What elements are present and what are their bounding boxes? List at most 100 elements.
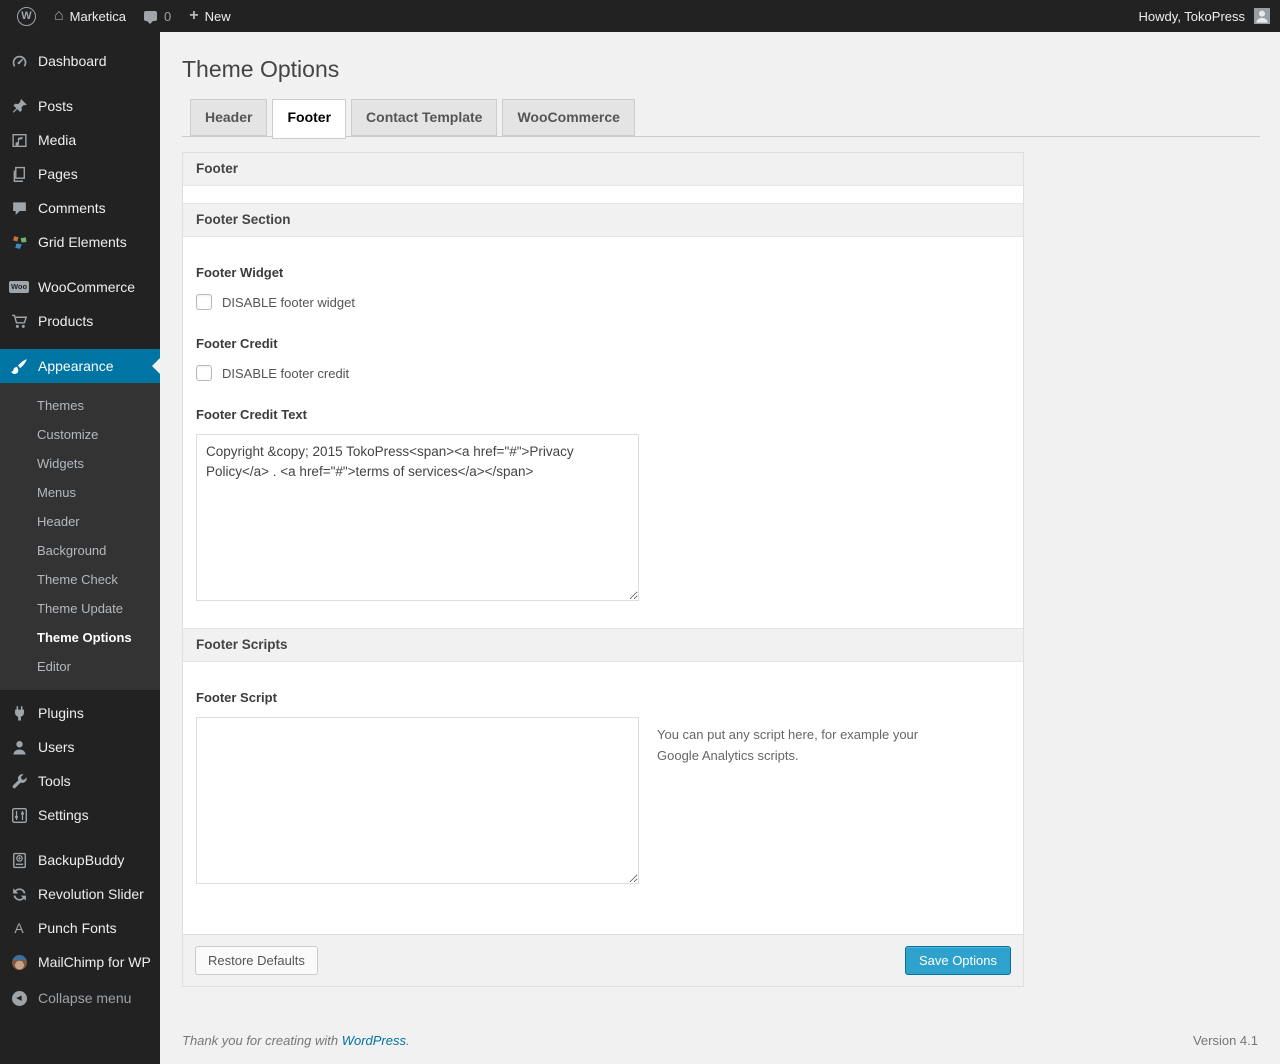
thanks-period: .: [406, 1033, 410, 1048]
comments-shortcut[interactable]: 0: [135, 0, 180, 32]
submenu-item-themes[interactable]: Themes: [0, 391, 160, 420]
sidebar-item-settings[interactable]: Settings: [0, 798, 160, 832]
footer-scripts-header: Footer Scripts: [183, 628, 1023, 662]
posts-icon: [9, 98, 29, 115]
sidebar-item-mailchimp-for-wp[interactable]: MailChimp for WP: [0, 945, 160, 979]
disable-footer-credit-checkbox[interactable]: [196, 365, 212, 381]
submenu-item-background[interactable]: Background: [0, 536, 160, 565]
products-icon: [9, 313, 29, 330]
comment-count: 0: [164, 8, 172, 24]
sidebar-item-appearance[interactable]: Appearance: [0, 349, 160, 383]
sidebar-item-label: Appearance: [38, 358, 114, 374]
sidebar-item-media[interactable]: Media: [0, 123, 160, 157]
submenu-item-theme-options[interactable]: Theme Options: [0, 623, 160, 652]
sidebar-item-woocommerce[interactable]: Woo WooCommerce: [0, 270, 160, 304]
submenu-item-theme-update[interactable]: Theme Update: [0, 594, 160, 623]
sidebar-item-label: Media: [38, 132, 77, 148]
sidebar-item-label: Punch Fonts: [38, 920, 117, 936]
sidebar-item-label: WooCommerce: [38, 279, 135, 295]
submenu-item-theme-check[interactable]: Theme Check: [0, 565, 160, 594]
comment-bubble-icon: [144, 11, 158, 24]
admin-bar: W ⌂ Marketica 0 + New Howdy, TokoPress: [0, 0, 1280, 32]
sidebar-group: BackupBuddy Revolution Slider A Punch Fonts…: [0, 843, 160, 979]
restore-defaults-button[interactable]: Restore Defaults: [195, 946, 318, 975]
sidebar-item-revolution-slider[interactable]: Revolution Slider: [0, 877, 160, 911]
sidebar-item-label: Pages: [38, 166, 78, 182]
disable-footer-widget-label: DISABLE footer widget: [222, 294, 355, 310]
sidebar-item-label: Collapse menu: [38, 990, 132, 1006]
tab-header[interactable]: Header: [190, 99, 268, 136]
main-content: Theme Options Header Footer Contact Templa…: [160, 32, 1280, 987]
sidebar-item-tools[interactable]: Tools: [0, 764, 160, 798]
footer-section-header: Footer Section: [183, 203, 1023, 237]
submenu-item-customize[interactable]: Customize: [0, 420, 160, 449]
footer-credit-text-textarea[interactable]: Copyright &copy; 2015 TokoPress<span><a …: [196, 434, 639, 601]
appearance-icon: [9, 358, 29, 375]
sidebar-group: Plugins Users Tools Settings: [0, 696, 160, 832]
admin-bar-account[interactable]: Howdy, TokoPress: [1139, 0, 1270, 32]
revolution-slider-icon: [9, 886, 29, 903]
grid-elements-icon: [9, 234, 29, 251]
plugins-icon: [9, 705, 29, 722]
sidebar-item-label: Users: [38, 739, 75, 755]
panel-footer: Restore Defaults Save Options: [183, 934, 1023, 986]
page-title: Theme Options: [182, 56, 340, 82]
footer-widget-label: Footer Widget: [196, 265, 284, 280]
sidebar-item-pages[interactable]: Pages: [0, 157, 160, 191]
wordpress-link[interactable]: WordPress: [342, 1033, 406, 1048]
sidebar-item-plugins[interactable]: Plugins: [0, 696, 160, 730]
footer-script-textarea[interactable]: [196, 717, 639, 884]
sidebar-item-label: Plugins: [38, 705, 84, 721]
woocommerce-icon: Woo: [8, 281, 30, 293]
sidebar-item-collapse-menu[interactable]: ◀ Collapse menu: [0, 981, 160, 1015]
sidebar-item-dashboard[interactable]: Dashboard: [0, 44, 160, 78]
tab-footer[interactable]: Footer: [272, 99, 347, 139]
sidebar-item-grid-elements[interactable]: Grid Elements: [0, 225, 160, 259]
footer-thanks: Thank you for creating with WordPress.: [182, 1033, 410, 1048]
footer-scripts-body: Footer Script You can put any script her…: [183, 662, 1023, 934]
tools-icon: [9, 773, 29, 790]
page-footer: Thank you for creating with WordPress. V…: [182, 1033, 1258, 1048]
appearance-submenu: Themes Customize Widgets Menus Header Backgro…: [0, 383, 160, 690]
footer-script-label: Footer Script: [196, 690, 277, 705]
sidebar-group: ◀ Collapse menu: [0, 981, 160, 1015]
admin-bar-left: W ⌂ Marketica 0 + New: [0, 0, 1280, 32]
mailchimp-icon: [9, 954, 29, 970]
sidebar-group: Woo WooCommerce Products: [0, 270, 160, 338]
howdy-text: Howdy, TokoPress: [1138, 8, 1245, 24]
tab-contact-template[interactable]: Contact Template: [351, 99, 498, 136]
sidebar-item-label: Products: [38, 313, 94, 329]
site-link[interactable]: ⌂ Marketica: [45, 0, 135, 32]
sidebar-item-label: Revolution Slider: [38, 886, 144, 902]
sidebar-item-posts[interactable]: Posts: [0, 89, 160, 123]
thanks-text: Thank you for creating with: [182, 1033, 342, 1048]
home-icon: ⌂: [54, 7, 64, 24]
backupbuddy-icon: [9, 852, 29, 869]
sidebar-item-punch-fonts[interactable]: A Punch Fonts: [0, 911, 160, 945]
comments-icon: [9, 200, 29, 217]
punch-fonts-icon: A: [14, 920, 24, 936]
sidebar-item-users[interactable]: Users: [0, 730, 160, 764]
submenu-item-widgets[interactable]: Widgets: [0, 449, 160, 478]
panel-spacer: [183, 186, 1023, 203]
wordpress-menu-button[interactable]: W: [8, 0, 45, 32]
submenu-item-editor[interactable]: Editor: [0, 652, 160, 681]
tab-woocommerce[interactable]: WooCommerce: [502, 99, 635, 136]
sidebar-item-label: Settings: [38, 807, 89, 823]
sidebar-item-products[interactable]: Products: [0, 304, 160, 338]
avatar: [1254, 8, 1270, 24]
sidebar-item-label: Dashboard: [38, 53, 107, 69]
panel-title: Footer: [183, 153, 1023, 186]
media-icon: [9, 132, 29, 149]
submenu-item-menus[interactable]: Menus: [0, 478, 160, 507]
theme-options-panel: Footer Footer Section Footer Widget DISA…: [182, 152, 1024, 987]
save-options-button[interactable]: Save Options: [904, 946, 1011, 975]
footer-section-body: Footer Widget DISABLE footer widget Foot…: [183, 237, 1023, 628]
sidebar-item-backupbuddy[interactable]: BackupBuddy: [0, 843, 160, 877]
sidebar-item-label: BackupBuddy: [38, 852, 125, 868]
disable-footer-widget-checkbox[interactable]: [196, 294, 212, 310]
new-content-button[interactable]: + New: [180, 0, 239, 32]
users-icon: [9, 739, 29, 756]
submenu-item-header[interactable]: Header: [0, 507, 160, 536]
sidebar-item-comments[interactable]: Comments: [0, 191, 160, 225]
